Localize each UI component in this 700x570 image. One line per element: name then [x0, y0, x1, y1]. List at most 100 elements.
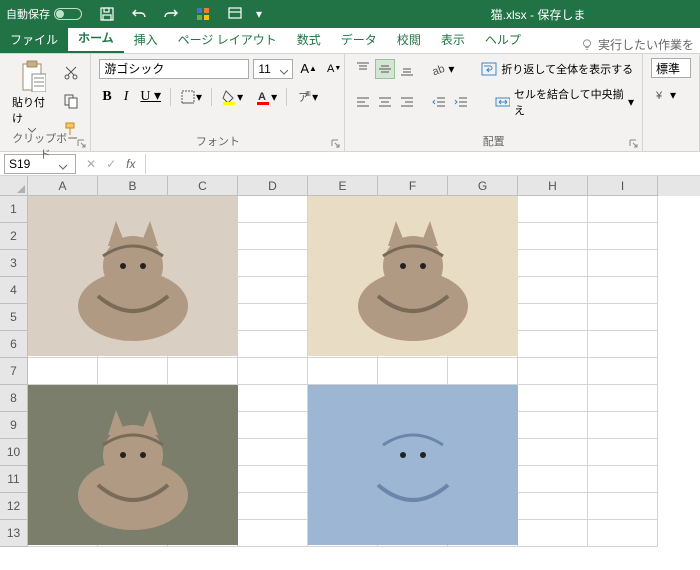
- autosave-toggle[interactable]: 自動保存: [6, 6, 82, 22]
- cell[interactable]: [168, 358, 238, 385]
- form-icon[interactable]: [192, 3, 214, 25]
- undo-icon[interactable]: [128, 3, 150, 25]
- redo-icon[interactable]: [160, 3, 182, 25]
- bold-button[interactable]: B: [99, 86, 114, 108]
- cell-area[interactable]: [28, 196, 700, 547]
- cell[interactable]: [518, 412, 588, 439]
- cut-icon[interactable]: [60, 62, 82, 84]
- dialog-launcher-icon[interactable]: [629, 138, 639, 148]
- cell[interactable]: [238, 196, 308, 223]
- autosave-switch-icon[interactable]: [54, 8, 82, 20]
- align-bottom-icon[interactable]: [397, 59, 417, 79]
- dialog-launcher-icon[interactable]: [331, 138, 341, 148]
- wrap-text-button[interactable]: 折り返して全体を表示する: [481, 61, 633, 77]
- cell[interactable]: [238, 250, 308, 277]
- tab-view[interactable]: 表示: [431, 27, 475, 53]
- tab-data[interactable]: データ: [331, 27, 387, 53]
- decrease-font-icon[interactable]: A▼: [324, 60, 344, 78]
- cell[interactable]: [518, 520, 588, 547]
- row-header[interactable]: 3: [0, 250, 28, 277]
- cell[interactable]: [588, 331, 658, 358]
- row-header[interactable]: 9: [0, 412, 28, 439]
- row-header[interactable]: 13: [0, 520, 28, 547]
- enter-formula-icon[interactable]: ✓: [106, 157, 116, 171]
- column-header[interactable]: D: [238, 176, 308, 196]
- cat-image-3[interactable]: [28, 385, 238, 545]
- align-left-icon[interactable]: [353, 92, 373, 112]
- paste-button[interactable]: 貼り付け: [8, 58, 56, 135]
- cell[interactable]: [238, 520, 308, 547]
- tab-file[interactable]: ファイル: [0, 27, 68, 53]
- fill-color-icon[interactable]: ▾: [218, 86, 246, 108]
- row-header[interactable]: 11: [0, 466, 28, 493]
- cell[interactable]: [518, 304, 588, 331]
- merge-center-button[interactable]: セルを結合して中央揃え ▾: [495, 86, 634, 118]
- cell[interactable]: [238, 331, 308, 358]
- cell[interactable]: [588, 385, 658, 412]
- column-header[interactable]: F: [378, 176, 448, 196]
- select-all-corner[interactable]: [0, 176, 28, 196]
- tab-pagelayout[interactable]: ページ レイアウト: [168, 27, 287, 53]
- align-right-icon[interactable]: [397, 92, 417, 112]
- cell[interactable]: [518, 331, 588, 358]
- touch-mode-icon[interactable]: [224, 3, 246, 25]
- row-header[interactable]: 4: [0, 277, 28, 304]
- cell[interactable]: [588, 439, 658, 466]
- increase-font-icon[interactable]: A▲: [297, 58, 320, 79]
- column-header[interactable]: C: [168, 176, 238, 196]
- column-header[interactable]: E: [308, 176, 378, 196]
- cell[interactable]: [518, 466, 588, 493]
- cell[interactable]: [588, 358, 658, 385]
- border-icon[interactable]: ▾: [177, 86, 205, 108]
- cell[interactable]: [518, 358, 588, 385]
- cell[interactable]: [238, 493, 308, 520]
- cell[interactable]: [518, 385, 588, 412]
- cell[interactable]: [308, 358, 378, 385]
- font-size-select[interactable]: [253, 59, 293, 79]
- row-header[interactable]: 12: [0, 493, 28, 520]
- decrease-indent-icon[interactable]: [429, 92, 449, 112]
- tab-help[interactable]: ヘルプ: [475, 27, 531, 53]
- cell[interactable]: [238, 358, 308, 385]
- number-format-select[interactable]: 標準: [651, 58, 691, 78]
- row-header[interactable]: 6: [0, 331, 28, 358]
- cell[interactable]: [238, 439, 308, 466]
- cell[interactable]: [588, 196, 658, 223]
- fx-icon[interactable]: fx: [126, 157, 135, 171]
- cell[interactable]: [378, 358, 448, 385]
- cell[interactable]: [518, 196, 588, 223]
- cell[interactable]: [588, 520, 658, 547]
- align-center-icon[interactable]: [375, 92, 395, 112]
- tab-formulas[interactable]: 数式: [287, 27, 331, 53]
- cell[interactable]: [518, 493, 588, 520]
- font-size-input[interactable]: [258, 62, 280, 76]
- row-header[interactable]: 2: [0, 223, 28, 250]
- cancel-formula-icon[interactable]: ✕: [86, 157, 96, 171]
- accounting-format-icon[interactable]: ¥▾: [651, 84, 679, 106]
- column-header[interactable]: A: [28, 176, 98, 196]
- copy-icon[interactable]: [60, 90, 82, 112]
- cell[interactable]: [518, 250, 588, 277]
- formula-input[interactable]: [145, 154, 700, 174]
- column-header[interactable]: B: [98, 176, 168, 196]
- phonetic-icon[interactable]: ア亜▾: [293, 86, 321, 108]
- cell[interactable]: [28, 358, 98, 385]
- cell[interactable]: [518, 439, 588, 466]
- cell[interactable]: [238, 277, 308, 304]
- row-header[interactable]: 10: [0, 439, 28, 466]
- tab-home[interactable]: ホーム: [68, 25, 124, 53]
- cell[interactable]: [518, 223, 588, 250]
- row-header[interactable]: 7: [0, 358, 28, 385]
- font-name-select[interactable]: [99, 59, 249, 79]
- cell[interactable]: [98, 358, 168, 385]
- tell-me[interactable]: 実行したい作業を: [580, 36, 700, 53]
- cell[interactable]: [588, 412, 658, 439]
- cell[interactable]: [588, 250, 658, 277]
- cat-image-4[interactable]: [308, 385, 518, 545]
- cell[interactable]: [238, 466, 308, 493]
- cell[interactable]: [238, 304, 308, 331]
- save-icon[interactable]: [96, 3, 118, 25]
- row-header[interactable]: 8: [0, 385, 28, 412]
- row-header[interactable]: 5: [0, 304, 28, 331]
- cell[interactable]: [588, 304, 658, 331]
